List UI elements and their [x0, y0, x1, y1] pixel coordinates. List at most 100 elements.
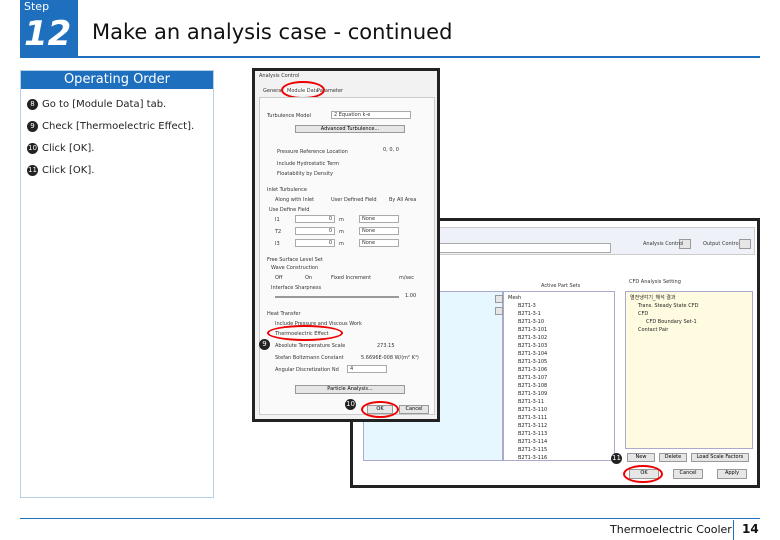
highlight-thermoelectric	[267, 325, 343, 341]
cancel-button[interactable]: Cancel	[673, 469, 703, 479]
unit-label: m	[339, 217, 344, 223]
step-label: Step	[24, 0, 50, 13]
part-item[interactable]: B2T1-3-103	[518, 342, 547, 350]
interface-label: Interface Sharpness	[271, 285, 322, 291]
mesh-node[interactable]: Mesh	[508, 294, 547, 302]
op-step-text: Check [Thermoelectric Effect].	[42, 121, 195, 132]
cfd-setting-label: CFD Analysis Setting	[629, 279, 681, 285]
operating-order-heading: Operating Order	[21, 71, 213, 89]
part-item[interactable]: B2T1-3-116	[518, 454, 547, 462]
row-i3-input[interactable]: 0	[295, 239, 335, 247]
delete-button[interactable]: Delete	[659, 453, 687, 462]
radio-on[interactable]: On	[305, 275, 312, 281]
turbulence-label: Turbulence Model	[267, 113, 311, 119]
part-item[interactable]: B2T1-3-101	[518, 326, 547, 334]
row-i3-select[interactable]: None	[359, 239, 399, 247]
step-marker: 10	[345, 399, 356, 410]
abs-temp-checkbox[interactable]: Absolute Temperature Scale	[275, 343, 345, 349]
step-marker: 8	[27, 99, 38, 110]
new-button[interactable]: New	[627, 453, 655, 462]
row-i1-label: I1	[275, 217, 280, 223]
radio-user-field[interactable]: User Defined Field	[331, 197, 377, 203]
particle-analysis-button[interactable]: Particle Analysis...	[295, 385, 405, 394]
operating-order-panel: Operating Order 8 Go to [Module Data] ta…	[20, 70, 214, 498]
stefan-checkbox[interactable]: Stefan Boltzmann Constant	[275, 355, 344, 361]
step-badge: Step 12	[20, 0, 78, 56]
interface-slider[interactable]	[275, 296, 399, 298]
wave-label: Wave Construction	[271, 265, 319, 271]
analysis-control-label: Analysis Control	[643, 241, 684, 247]
op-step: 8 Go to [Module Data] tab.	[27, 99, 166, 110]
turbulence-select[interactable]: 2 Equation k-e	[331, 111, 411, 119]
cfd-setting-tree[interactable]: 열전냉각기_해석 결과 Trans. Steady State CFD CFD …	[625, 291, 753, 449]
active-part-sets-label: Active Part Sets	[541, 283, 581, 289]
part-item[interactable]: B2T1-3-113	[518, 430, 547, 438]
part-item[interactable]: B2T1-3-11	[518, 398, 547, 406]
apply-button[interactable]: Apply	[717, 469, 747, 479]
part-item[interactable]: B2T1-3-114	[518, 438, 547, 446]
mesh-tree: Mesh B2T1-3 B2T1-3-1 B2T1-3-10 B2T1-3-10…	[508, 294, 547, 462]
radio-fixed[interactable]: Fixed Increment	[331, 275, 371, 281]
cfd-tree-item[interactable]: CFD Boundary Set-1	[630, 318, 698, 326]
radio-along-inlet[interactable]: Along with Inlet	[275, 197, 314, 203]
tab-general[interactable]: General	[263, 88, 283, 94]
angular-select[interactable]: 4	[347, 365, 387, 373]
advanced-turbulence-button[interactable]: Advanced Turbulence...	[295, 125, 405, 133]
cancel-button[interactable]: Cancel	[399, 405, 429, 414]
cfd-tree: 열전냉각기_해석 결과 Trans. Steady State CFD CFD …	[630, 294, 698, 334]
load-scale-button[interactable]: Load Scale Factors	[691, 453, 749, 462]
op-step: 10 Click [OK].	[27, 143, 94, 154]
unit-label: m	[339, 229, 344, 235]
part-item[interactable]: B2T1-3-112	[518, 422, 547, 430]
part-item[interactable]: B2T1-3	[518, 302, 547, 310]
row-i1-input[interactable]: 0	[295, 215, 335, 223]
part-item[interactable]: B2T1-3-107	[518, 374, 547, 382]
part-item[interactable]: B2T1-3-104	[518, 350, 547, 358]
header-rule	[20, 56, 760, 58]
part-item[interactable]: B2T1-3-109	[518, 390, 547, 398]
highlight-ok	[623, 465, 663, 483]
stefan-value: 5.6696E-008 W/(m² K⁴)	[361, 355, 419, 361]
part-item[interactable]: B2T1-3-106	[518, 366, 547, 374]
slider-value: 1.00	[405, 293, 417, 299]
active-part-list[interactable]: Mesh B2T1-3 B2T1-3-1 B2T1-3-10 B2T1-3-10…	[503, 291, 615, 461]
pressure-value: 0, 0, 0	[383, 147, 399, 153]
part-item[interactable]: B2T1-3-111	[518, 414, 547, 422]
unit-label: m	[339, 241, 344, 247]
part-item[interactable]: B2T1-3-110	[518, 406, 547, 414]
floatability-checkbox[interactable]: Floatability by Density	[277, 171, 333, 177]
remove-button[interactable]	[495, 307, 503, 315]
add-button[interactable]	[495, 295, 503, 303]
step-number: 12	[24, 14, 72, 54]
footer-title: Thermoelectric Cooler	[610, 523, 732, 536]
part-item[interactable]: B2T1-3-105	[518, 358, 547, 366]
user-field-label: Use Define Field	[269, 207, 310, 213]
row-t2-input[interactable]: 0	[295, 227, 335, 235]
part-item[interactable]: B2T1-3-115	[518, 446, 547, 454]
part-item[interactable]: B2T1-3-10	[518, 318, 547, 326]
highlight-ok	[361, 401, 399, 418]
part-item[interactable]: B2T1-3-1	[518, 310, 547, 318]
cfd-tree-item[interactable]: Trans. Steady State CFD	[630, 302, 698, 310]
op-step: 9 Check [Thermoelectric Effect].	[27, 121, 194, 132]
pressure-ref-label: Pressure Reference Location	[277, 149, 348, 155]
part-item[interactable]: B2T1-3-108	[518, 382, 547, 390]
row-t2-select[interactable]: None	[359, 227, 399, 235]
inlet-turbulence-label: Inlet Turbulence	[267, 187, 307, 193]
cfd-tree-item[interactable]: Contact Pair	[630, 326, 698, 334]
footer-separator	[733, 520, 734, 540]
row-i1-select[interactable]: None	[359, 215, 399, 223]
angular-label: Angular Discretization Nd	[275, 367, 339, 373]
heat-transfer-label: Heat Transfer	[267, 311, 301, 317]
footer-rule	[20, 518, 760, 519]
hydrostatic-checkbox[interactable]: Include Hydrostatic Term	[277, 161, 339, 167]
cfd-tree-item[interactable]: CFD	[630, 310, 698, 318]
fs-unit: m/sec	[399, 275, 414, 281]
radio-all-area[interactable]: By All Area	[389, 197, 416, 203]
dialog-title: Analysis Control	[259, 73, 300, 79]
cfd-tree-root[interactable]: 열전냉각기_해석 결과	[630, 294, 698, 302]
part-item[interactable]: B2T1-3-102	[518, 334, 547, 342]
radio-off[interactable]: Off	[275, 275, 282, 281]
page-title: Make an analysis case - continued	[92, 20, 453, 44]
output-control-button[interactable]	[739, 239, 751, 249]
